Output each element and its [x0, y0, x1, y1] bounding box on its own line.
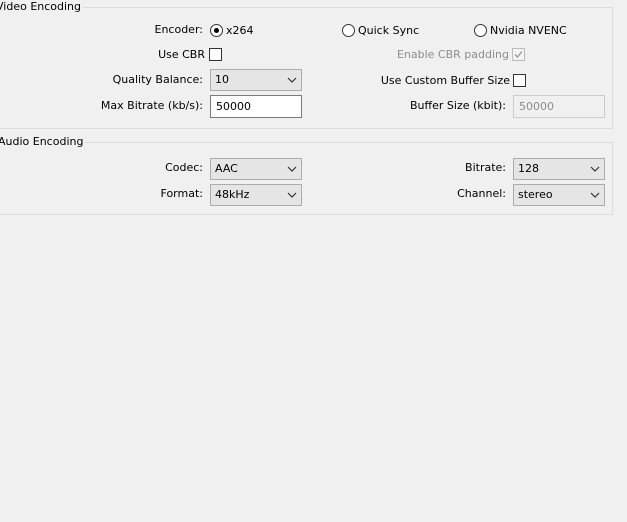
encoder-radio-nvidia-nvenc[interactable] — [474, 24, 487, 37]
max-bitrate-label: Max Bitrate (kb/s): — [100, 99, 203, 112]
quality-balance-label: Quality Balance: — [112, 73, 203, 86]
buffer-size-input[interactable]: 50000 — [513, 95, 605, 118]
use-custom-buffer-checkbox[interactable] — [513, 74, 526, 87]
use-custom-buffer-label: Use Custom Buffer Size — [380, 74, 510, 87]
checkmark-icon — [514, 51, 523, 58]
video-encoding-title: Video Encoding — [0, 0, 84, 14]
codec-label: Codec: — [165, 161, 203, 174]
chevron-down-icon — [590, 192, 600, 198]
chevron-down-icon — [590, 166, 600, 172]
encoder-radio-quick-sync[interactable] — [342, 24, 355, 37]
encoder-option-x264-label[interactable]: x264 — [226, 23, 254, 39]
format-select[interactable]: 48kHz — [210, 184, 302, 206]
enable-cbr-padding-checkbox[interactable] — [512, 48, 525, 61]
quality-balance-value: 10 — [215, 73, 229, 86]
bitrate-label: Bitrate: — [465, 161, 506, 174]
max-bitrate-input[interactable]: 50000 — [210, 95, 302, 118]
encoder-option-quick-sync-label[interactable]: Quick Sync — [358, 23, 419, 39]
use-cbr-label: Use CBR — [158, 48, 205, 61]
codec-value: AAC — [215, 162, 238, 175]
encoder-radio-x264[interactable] — [210, 24, 223, 37]
bitrate-select[interactable]: 128 — [513, 158, 605, 180]
channel-value: stereo — [518, 188, 553, 201]
use-cbr-checkbox[interactable] — [209, 48, 222, 61]
max-bitrate-value: 50000 — [216, 100, 251, 113]
channel-label: Channel: — [457, 187, 506, 200]
quality-balance-select[interactable]: 10 — [210, 69, 302, 91]
codec-select[interactable]: AAC — [210, 158, 302, 180]
chevron-down-icon — [287, 166, 297, 172]
format-value: 48kHz — [215, 188, 250, 201]
chevron-down-icon — [287, 77, 297, 83]
bitrate-value: 128 — [518, 162, 539, 175]
audio-encoding-title: Audio Encoding — [0, 135, 86, 149]
buffer-size-label: Buffer Size (kbit): — [410, 99, 506, 112]
format-label: Format: — [160, 187, 203, 200]
buffer-size-value: 50000 — [519, 100, 554, 113]
chevron-down-icon — [287, 192, 297, 198]
encoder-label: Encoder: — [154, 23, 204, 36]
encoder-option-nvenc-label[interactable]: Nvidia NVENC — [490, 23, 567, 39]
enable-cbr-padding-label: Enable CBR padding — [396, 48, 509, 61]
channel-select[interactable]: stereo — [513, 184, 605, 206]
